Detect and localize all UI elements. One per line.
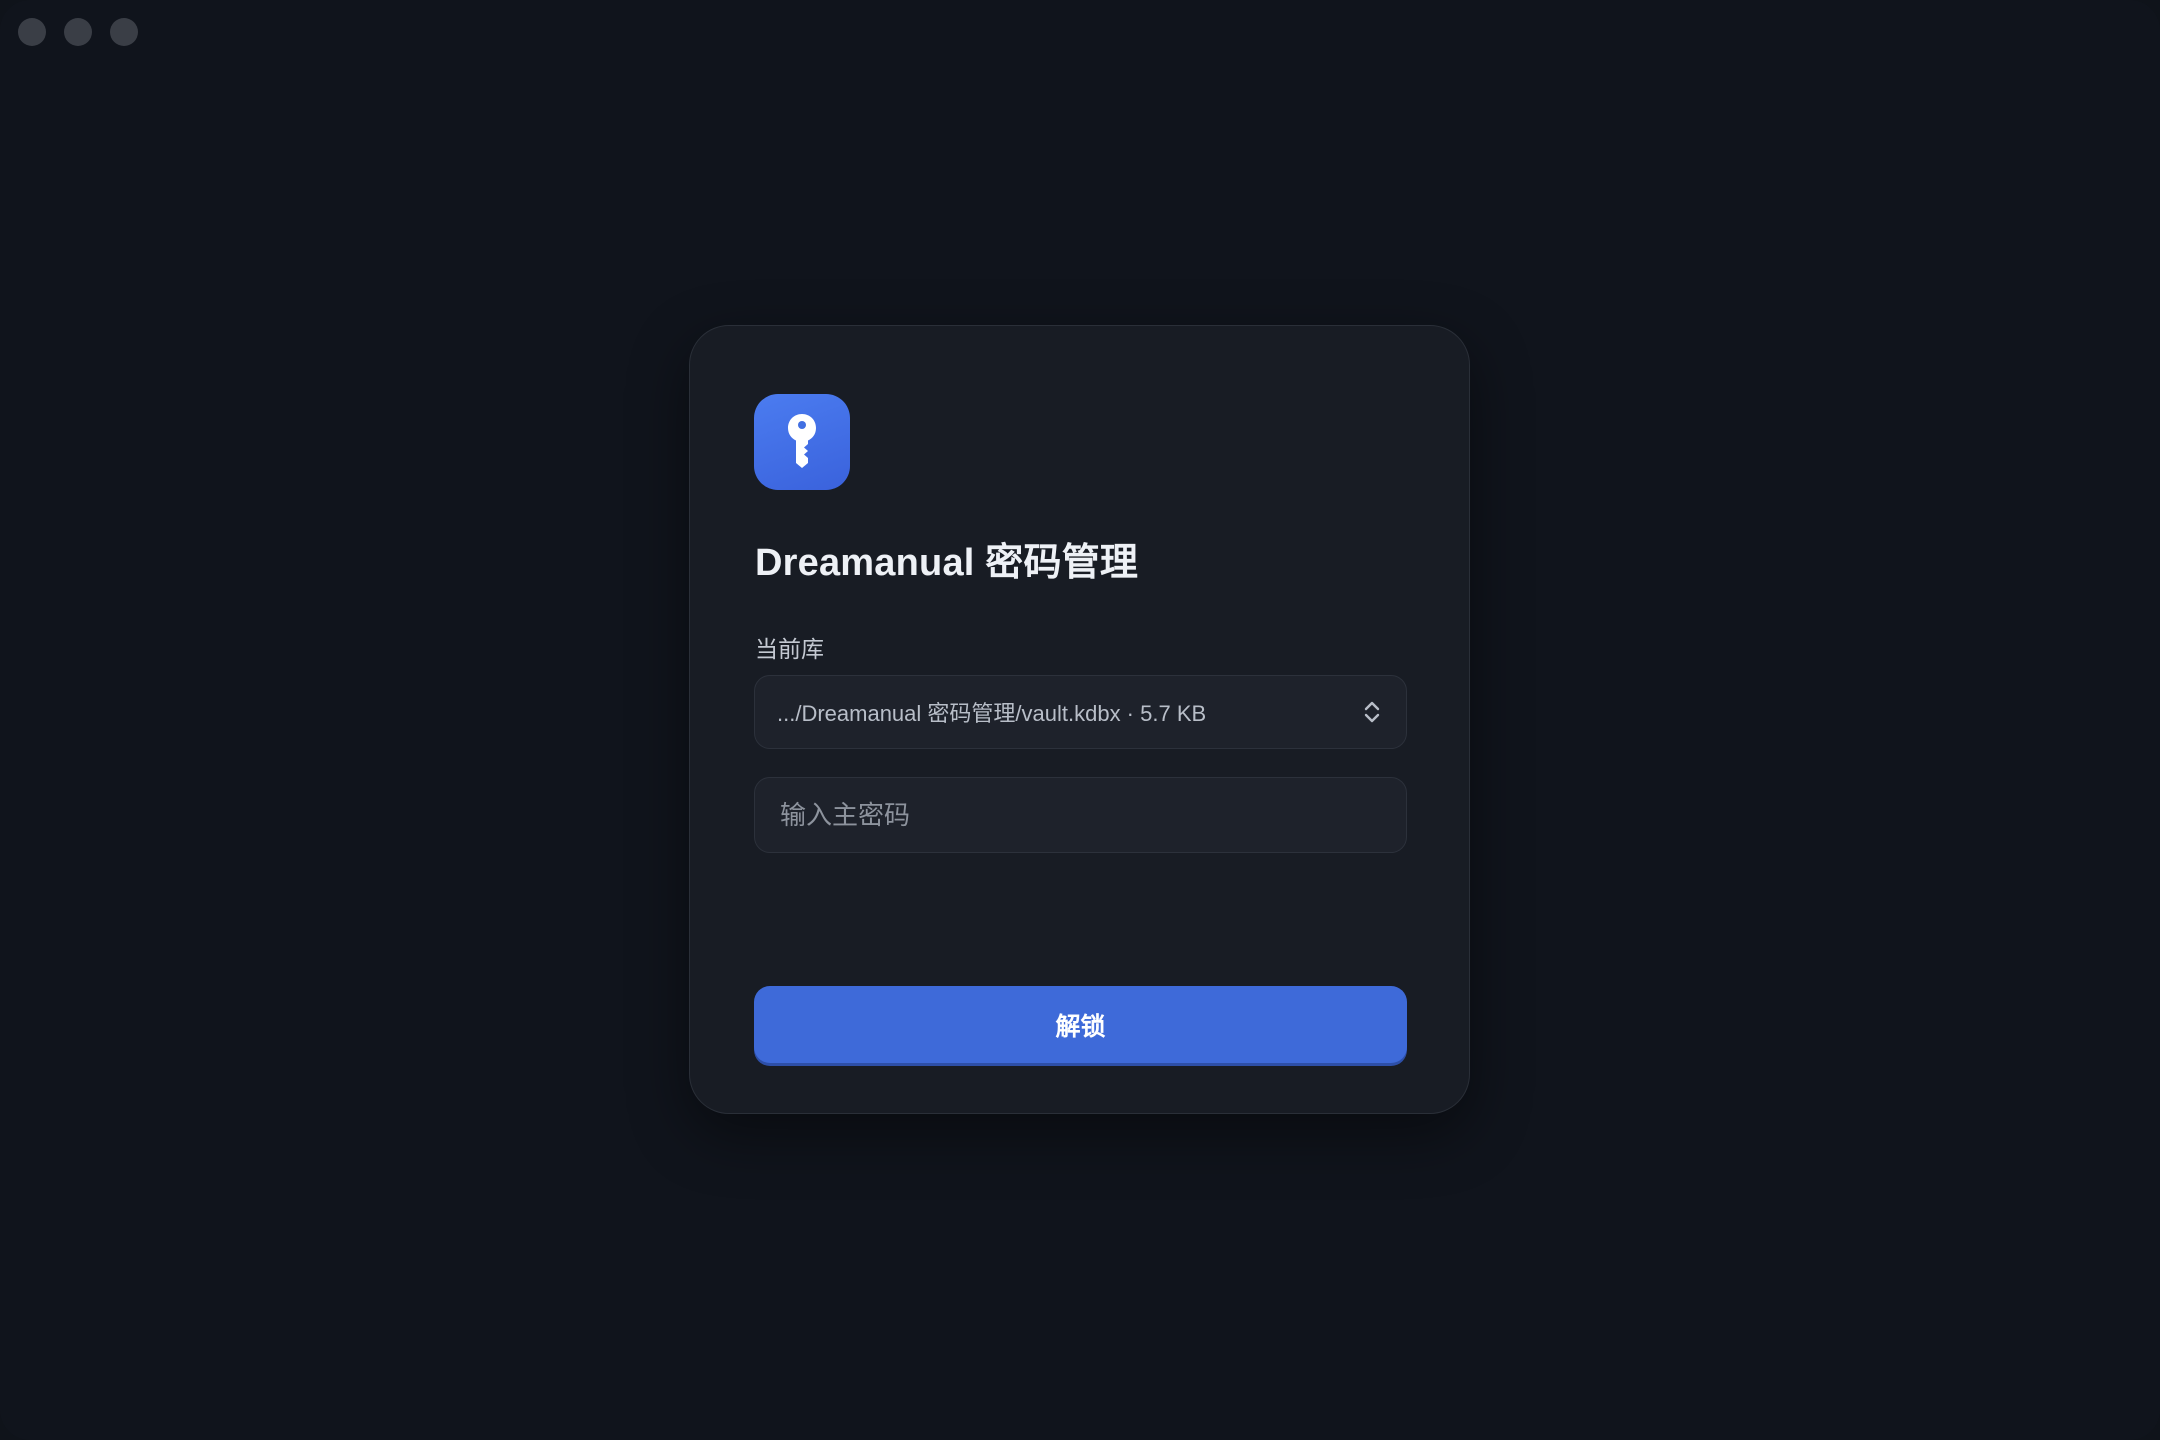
window-controls: [18, 18, 138, 46]
vault-select[interactable]: .../Dreamanual 密码管理/vault.kdbx · 5.7 KB: [754, 675, 1407, 749]
unlock-card: Dreamanual 密码管理 当前库 .../Dreamanual 密码管理/…: [689, 325, 1470, 1114]
unlock-button[interactable]: 解锁: [754, 986, 1407, 1063]
close-window-button[interactable]: [18, 18, 46, 46]
vault-label: 当前库: [755, 636, 824, 662]
app-logo: [754, 394, 850, 490]
minimize-window-button[interactable]: [64, 18, 92, 46]
zoom-window-button[interactable]: [110, 18, 138, 46]
chevron-up-down-icon: [1364, 701, 1380, 723]
master-password-input[interactable]: [754, 777, 1407, 853]
vault-select-value: .../Dreamanual 密码管理/vault.kdbx · 5.7 KB: [777, 701, 1207, 726]
app-window: Dreamanual 密码管理 当前库 .../Dreamanual 密码管理/…: [0, 0, 2160, 1440]
app-title: Dreamanual 密码管理: [755, 542, 1139, 584]
key-icon: [788, 414, 816, 468]
